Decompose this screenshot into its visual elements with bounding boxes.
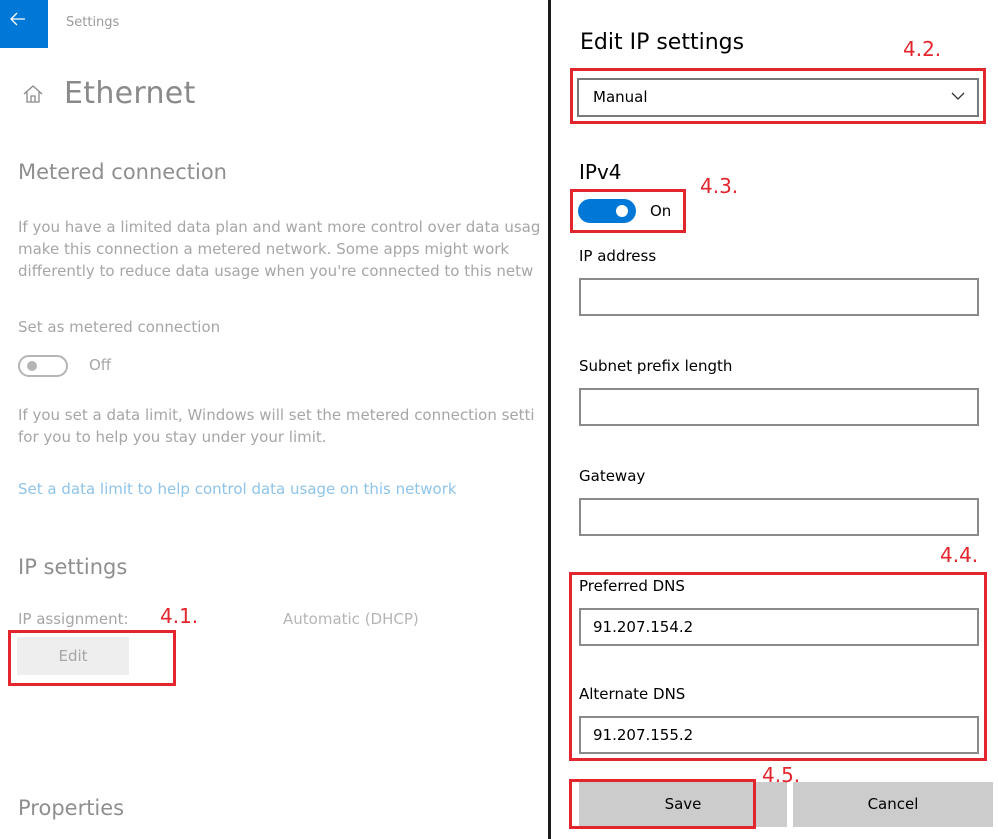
home-icon[interactable] [22,83,44,105]
annotation-step-4: 4.4. [940,543,979,567]
metered-description-line-1: If you have a limited data plan and want… [18,218,541,236]
metered-description-line-2: make this connection a metered network. … [18,240,510,258]
subnet-input[interactable] [579,388,979,426]
highlight-box-mode [570,68,986,124]
cancel-button[interactable]: Cancel [793,782,993,827]
metered-toggle[interactable] [18,355,68,377]
ip-address-label: IP address [579,247,657,265]
metered-toggle-state: Off [89,356,112,374]
page-title: Ethernet [64,76,196,111]
ipv4-title: IPv4 [579,160,622,184]
data-limit-line-1: If you set a data limit, Windows will se… [18,406,535,424]
ip-assignment-value: Automatic (DHCP) [283,610,419,628]
annotation-step-1: 4.1. [160,604,199,628]
metered-toggle-label: Set as metered connection [18,318,221,336]
page-header: Ethernet [22,76,196,111]
data-limit-link[interactable]: Set a data limit to help control data us… [18,480,457,498]
ip-assignment-label: IP assignment: [18,610,129,628]
gateway-label: Gateway [579,467,646,485]
back-button[interactable] [0,0,48,48]
highlight-box-save [569,779,756,829]
highlight-box-dns [569,572,987,761]
toggle-knob [27,361,37,371]
highlight-box-edit [8,630,176,686]
annotation-step-3: 4.3. [700,174,739,198]
metered-section-title: Metered connection [18,160,227,184]
subnet-label: Subnet prefix length [579,357,733,375]
gateway-input[interactable] [579,498,979,536]
panel-title: Edit IP settings [580,30,745,55]
annotation-step-2: 4.2. [903,37,942,61]
annotation-step-5: 4.5. [762,763,801,787]
back-arrow-icon [10,12,25,26]
highlight-box-ipv4 [570,189,686,233]
ip-settings-title: IP settings [18,555,128,579]
app-title: Settings [66,15,120,30]
properties-title: Properties [18,796,125,820]
ip-address-input[interactable] [579,278,979,316]
metered-description-line-3: differently to reduce data usage when yo… [18,262,534,280]
settings-background-page: Settings Ethernet Metered connection If … [0,0,548,839]
data-limit-line-2: for you to help you stay under your limi… [18,428,327,446]
